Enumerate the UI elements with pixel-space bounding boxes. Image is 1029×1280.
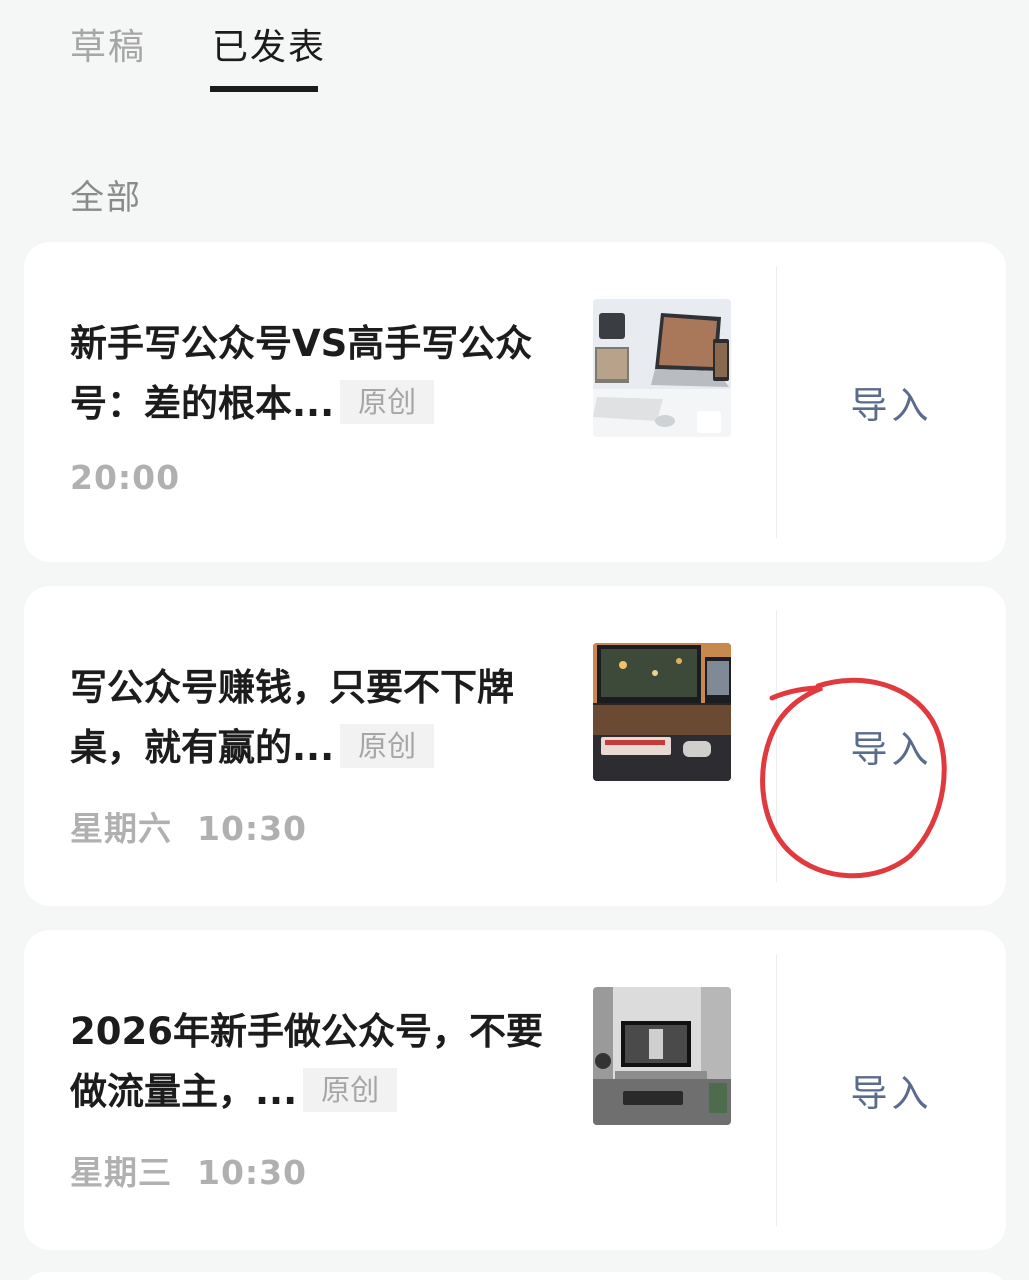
import-button[interactable]: 导入 bbox=[777, 586, 1006, 906]
active-tab-indicator bbox=[210, 86, 318, 92]
import-button[interactable]: 导入 bbox=[777, 930, 1006, 1250]
filter-all[interactable]: 全部 bbox=[70, 170, 142, 219]
article-card[interactable]: 2026年新手做公众号，不要做流量主，... 原创 星期三 10:30 导入 bbox=[24, 930, 1006, 1250]
article-title: 写公众号赚钱，只要不下牌桌，就有赢的... 原创 bbox=[70, 658, 550, 778]
article-card[interactable]: 新手写公众号VS高手写公众号：差的根本... 原创 20:00 导入 bbox=[24, 242, 1006, 562]
original-badge: 原创 bbox=[340, 380, 435, 424]
article-title-text: 写公众号赚钱，只要不下牌桌，就有赢的... bbox=[70, 666, 514, 769]
article-title-text: 新手写公众号VS高手写公众号：差的根本... bbox=[70, 322, 533, 425]
article-card-partial bbox=[24, 1272, 1006, 1280]
tab-bar: 草稿 已发表 bbox=[0, 0, 1029, 110]
article-time: 20:00 bbox=[70, 458, 181, 497]
import-button[interactable]: 导入 bbox=[777, 242, 1006, 562]
tab-drafts[interactable]: 草稿 bbox=[70, 18, 146, 70]
original-badge: 原创 bbox=[340, 724, 435, 768]
article-time: 星期三 10:30 bbox=[70, 1153, 308, 1192]
article-thumbnail bbox=[593, 643, 731, 781]
article-time: 星期六 10:30 bbox=[70, 809, 308, 848]
article-title: 新手写公众号VS高手写公众号：差的根本... 原创 bbox=[70, 314, 550, 434]
tab-published[interactable]: 已发表 bbox=[212, 18, 326, 70]
article-thumbnail bbox=[593, 987, 731, 1125]
published-articles-page: 草稿 已发表 全部 新手写公众号VS高手写公众号：差的根本... 原创 20:00 bbox=[0, 0, 1029, 1280]
article-thumbnail bbox=[593, 299, 731, 437]
article-title: 2026年新手做公众号，不要做流量主，... 原创 bbox=[70, 1002, 550, 1122]
article-card[interactable]: 写公众号赚钱，只要不下牌桌，就有赢的... 原创 星期六 10:30 导入 bbox=[24, 586, 1006, 906]
original-badge: 原创 bbox=[303, 1068, 398, 1112]
